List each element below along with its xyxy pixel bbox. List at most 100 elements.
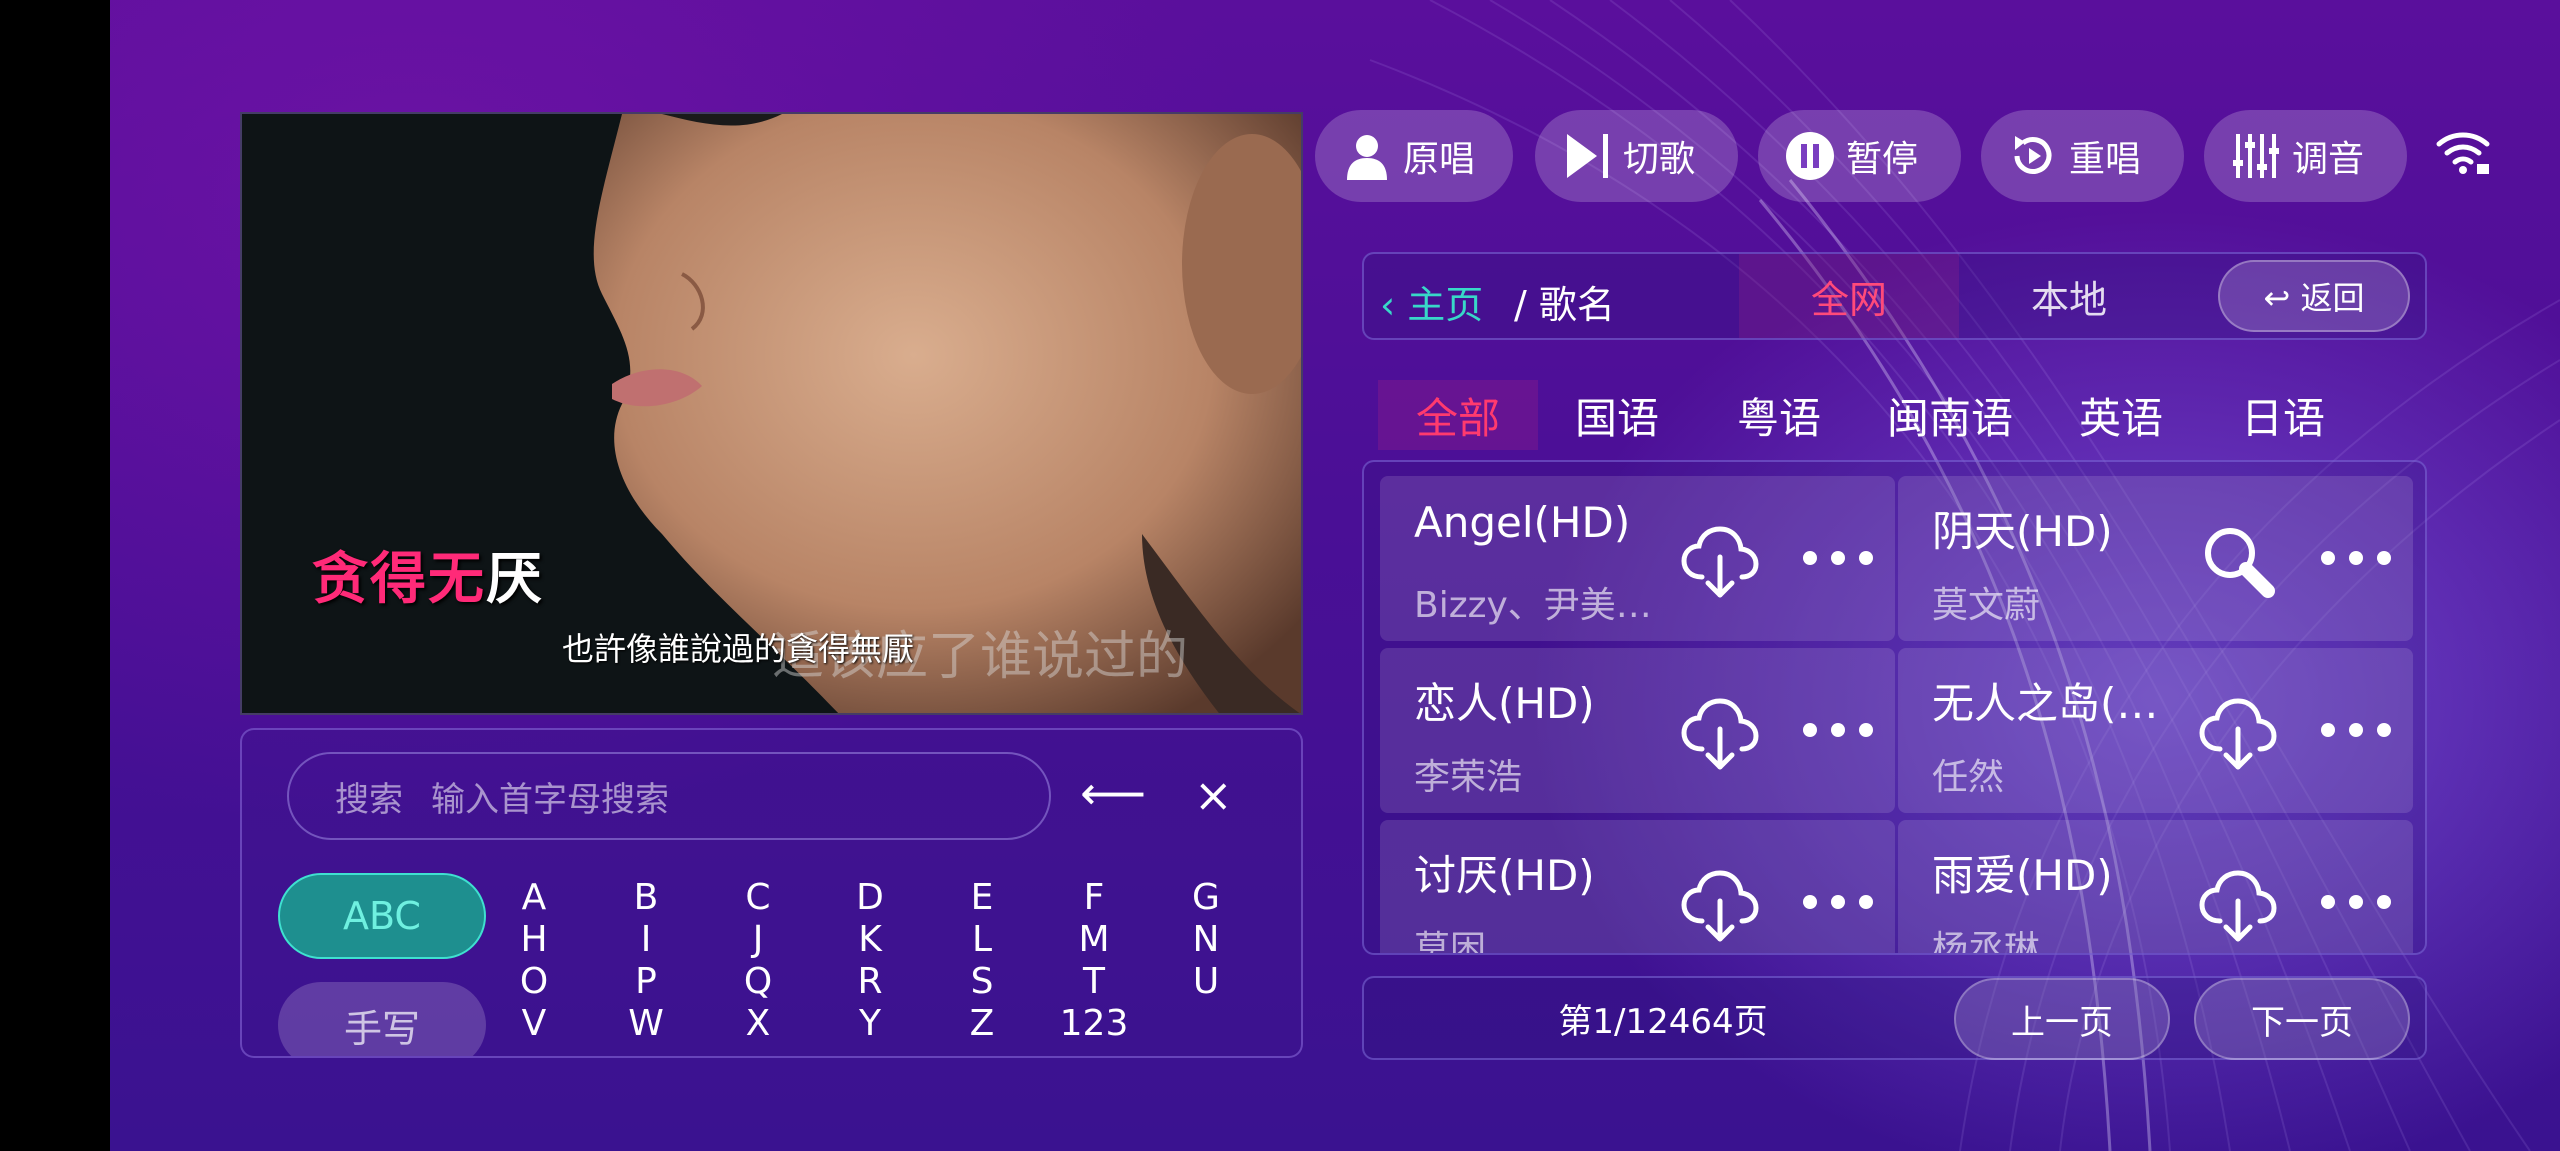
- cloud-download-icon[interactable]: [2198, 865, 2278, 945]
- tab-source-online[interactable]: 全网: [1739, 254, 1959, 338]
- lyric-unsung-part: 厌: [486, 547, 544, 612]
- tab-lang-english[interactable]: 英语: [2046, 380, 2196, 450]
- skip-next-icon: [1567, 134, 1608, 178]
- song-card[interactable]: 雨爱(HD) 杨丞琳: [1898, 820, 2413, 955]
- more-options-icon[interactable]: [2316, 890, 2396, 914]
- more-options-icon[interactable]: [1798, 546, 1878, 570]
- cloud-download-icon[interactable]: [1680, 865, 1760, 945]
- key-o[interactable]: O: [504, 964, 564, 1000]
- song-title: Angel(HD): [1414, 498, 1631, 547]
- key-k[interactable]: K: [840, 922, 900, 958]
- tab-lang-cantonese[interactable]: 粤语: [1704, 380, 1854, 450]
- search-placeholder: 输入首字母搜索: [431, 779, 669, 820]
- pause-icon: [1786, 132, 1834, 180]
- key-e[interactable]: E: [952, 880, 1012, 916]
- control-label: 暂停: [1846, 139, 1919, 180]
- song-card[interactable]: 恋人(HD) 李荣浩: [1380, 648, 1895, 813]
- breadcrumb-home-link[interactable]: ‹ 主页: [1380, 274, 1483, 329]
- key-i[interactable]: I: [616, 922, 676, 958]
- key-t[interactable]: T: [1064, 964, 1124, 1000]
- song-card[interactable]: 无人之岛(… 任然: [1898, 648, 2413, 813]
- song-artist: 莫困: [1414, 929, 1487, 955]
- song-title: 讨厌(HD): [1414, 851, 1595, 900]
- song-artist: Bizzy、尹美…: [1414, 585, 1652, 626]
- pagination-bar: 第1/12464页 上一页 下一页: [1362, 976, 2427, 1060]
- skip-song-button[interactable]: 切歌: [1535, 110, 1738, 202]
- key-d[interactable]: D: [840, 880, 900, 916]
- song-title: 无人之岛(…: [1932, 679, 2159, 728]
- song-title: 恋人(HD): [1414, 679, 1595, 728]
- more-options-icon[interactable]: [2316, 718, 2396, 742]
- wifi-icon: [2436, 132, 2490, 174]
- page-indicator: 第1/12464页: [1558, 1001, 1768, 1042]
- key-x[interactable]: X: [728, 1006, 788, 1042]
- key-z[interactable]: Z: [952, 1006, 1012, 1042]
- next-page-button[interactable]: 下一页: [2194, 978, 2410, 1060]
- song-artist: 任然: [1932, 757, 2005, 798]
- song-card[interactable]: 讨厌(HD) 莫困: [1380, 820, 1895, 955]
- replay-button[interactable]: 重唱: [1981, 110, 2184, 202]
- replay-icon: [2014, 136, 2052, 174]
- key-s[interactable]: S: [952, 964, 1012, 1000]
- key-g[interactable]: G: [1176, 880, 1236, 916]
- cloud-download-icon[interactable]: [1680, 521, 1760, 601]
- key-c[interactable]: C: [728, 880, 788, 916]
- key-n[interactable]: N: [1176, 922, 1236, 958]
- tab-lang-hokkien[interactable]: 闽南语: [1860, 380, 2040, 450]
- search-icon[interactable]: [2198, 521, 2278, 601]
- key-u[interactable]: U: [1176, 964, 1236, 1000]
- song-card[interactable]: Angel(HD) Bizzy、尹美…: [1380, 476, 1895, 641]
- equalizer-icon: [2233, 134, 2279, 178]
- tab-lang-mandarin[interactable]: 国语: [1542, 380, 1692, 450]
- pause-button[interactable]: 暂停: [1758, 110, 1961, 202]
- control-label: 调音: [2292, 139, 2365, 180]
- tuning-button[interactable]: 调音: [2204, 110, 2407, 202]
- search-input[interactable]: 搜索 输入首字母搜索: [287, 752, 1051, 840]
- control-label: 原唱: [1403, 139, 1476, 180]
- original-vocal-button[interactable]: 原唱: [1315, 110, 1513, 202]
- mode-handwriting-button[interactable]: 手写: [278, 982, 486, 1056]
- user-icon: [1347, 135, 1387, 180]
- song-artist: 杨丞琳: [1932, 929, 2041, 955]
- cloud-download-icon[interactable]: [2198, 693, 2278, 773]
- lyric-sung-part: 贪得无: [312, 547, 486, 612]
- key-v[interactable]: V: [504, 1006, 564, 1042]
- key-m[interactable]: M: [1064, 922, 1124, 958]
- more-options-icon[interactable]: [1798, 890, 1878, 914]
- song-artist: 莫文蔚: [1932, 585, 2041, 626]
- subtitle-lyric: 也許像誰說過的貪得無厭: [562, 630, 915, 668]
- key-f[interactable]: F: [1064, 880, 1124, 916]
- back-button[interactable]: ↩ 返回: [2218, 260, 2410, 332]
- key-l[interactable]: L: [952, 922, 1012, 958]
- letter-keys: A B C D E F G H I J K L M N O P Q R S T …: [504, 880, 1284, 1056]
- clear-button[interactable]: ×: [1194, 772, 1233, 818]
- key-j[interactable]: J: [728, 922, 788, 958]
- control-label: 重唱: [2069, 139, 2142, 180]
- more-options-icon[interactable]: [2316, 546, 2396, 570]
- song-card[interactable]: 阴天(HD) 莫文蔚: [1898, 476, 2413, 641]
- tab-lang-japanese[interactable]: 日语: [2208, 380, 2358, 450]
- key-q[interactable]: Q: [728, 964, 788, 1000]
- key-r[interactable]: R: [840, 964, 900, 1000]
- song-title: 阴天(HD): [1932, 507, 2113, 556]
- key-w[interactable]: W: [616, 1006, 676, 1042]
- cloud-download-icon[interactable]: [1680, 693, 1760, 773]
- key-h[interactable]: H: [504, 922, 564, 958]
- backspace-button[interactable]: ⟵: [1080, 770, 1146, 816]
- breadcrumb-current: / 歌名: [1514, 283, 1615, 327]
- prev-page-button[interactable]: 上一页: [1954, 978, 2170, 1060]
- key-a[interactable]: A: [504, 880, 564, 916]
- more-options-icon[interactable]: [1798, 718, 1878, 742]
- tab-source-local[interactable]: 本地: [1959, 254, 2179, 338]
- key-b[interactable]: B: [616, 880, 676, 916]
- search-label: 搜索: [335, 779, 403, 820]
- song-list: Angel(HD) Bizzy、尹美… 阴天(HD) 莫文蔚 恋人(HD) 李荣…: [1362, 460, 2427, 955]
- control-label: 切歌: [1623, 139, 1696, 180]
- key-y[interactable]: Y: [840, 1006, 900, 1042]
- tab-lang-all[interactable]: 全部: [1378, 380, 1538, 450]
- key-123[interactable]: 123: [1052, 1006, 1136, 1042]
- video-player[interactable]: 适该应了谁说过的 贪得无厌 也許像誰說過的貪得無厭: [240, 112, 1303, 715]
- song-title: 雨爱(HD): [1932, 851, 2113, 900]
- mode-abc-button[interactable]: ABC: [278, 873, 486, 959]
- key-p[interactable]: P: [616, 964, 676, 1000]
